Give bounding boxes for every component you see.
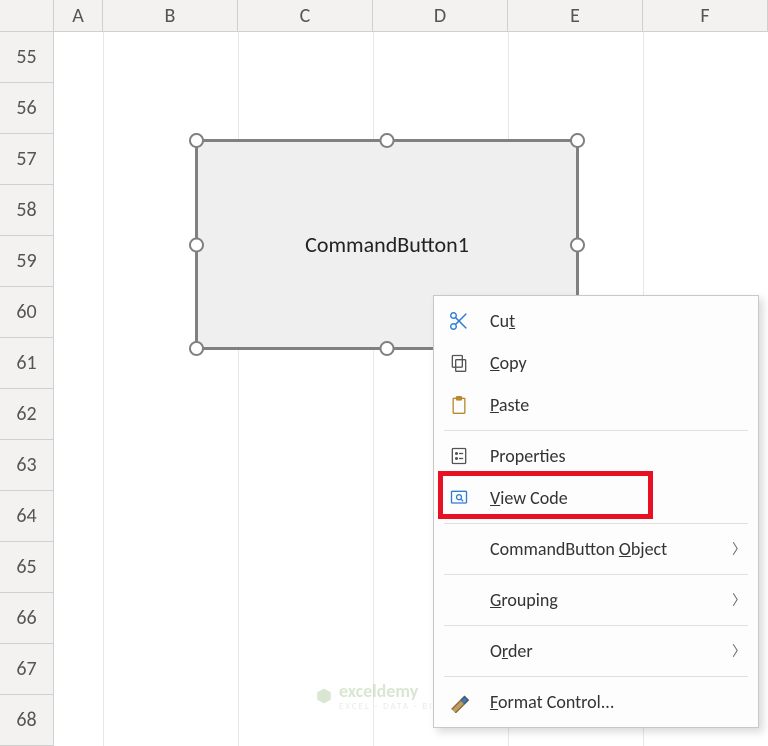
menu-commandbutton-object[interactable]: CommandButton Object 〉 <box>434 528 758 570</box>
resize-handle-bl[interactable] <box>189 341 204 356</box>
menu-properties[interactable]: Properties <box>434 435 758 477</box>
menu-order[interactable]: Order 〉 <box>434 630 758 672</box>
format-control-icon <box>446 689 472 715</box>
watermark: exceldemy EXCEL · DATA · BI <box>315 680 433 711</box>
row-header[interactable]: 65 <box>0 542 54 593</box>
watermark-brand: exceldemy <box>339 680 418 702</box>
row-header[interactable]: 67 <box>0 644 54 695</box>
menu-format-control[interactable]: Format Control... <box>434 681 758 723</box>
row-header[interactable]: 55 <box>0 32 54 83</box>
menu-copy[interactable]: Copy <box>434 342 758 384</box>
copy-icon <box>446 350 472 376</box>
logo-icon <box>315 687 333 705</box>
resize-handle-tm[interactable] <box>380 133 395 148</box>
chevron-right-icon: 〉 <box>732 641 746 661</box>
col-header-C[interactable]: C <box>238 0 373 31</box>
chevron-right-icon: 〉 <box>732 590 746 610</box>
context-menu: Cut Copy Paste Properties View Code Comm… <box>433 295 759 728</box>
row-header[interactable]: 60 <box>0 287 54 338</box>
menu-label: Order <box>490 640 728 662</box>
properties-icon <box>446 443 472 469</box>
row-header[interactable]: 66 <box>0 593 54 644</box>
scissors-icon <box>446 308 472 334</box>
col-header-B[interactable]: B <box>103 0 238 31</box>
menu-label: Paste <box>490 394 746 416</box>
resize-handle-bm[interactable] <box>380 341 395 356</box>
row-header[interactable]: 68 <box>0 695 54 746</box>
resize-handle-ml[interactable] <box>189 237 204 252</box>
chevron-right-icon: 〉 <box>732 539 746 559</box>
col-header-E[interactable]: E <box>508 0 643 31</box>
menu-label: Format Control... <box>490 691 746 713</box>
col-header-F[interactable]: F <box>643 0 768 31</box>
blank-icon <box>446 587 472 613</box>
menu-separator <box>444 523 748 524</box>
row-header[interactable]: 62 <box>0 389 54 440</box>
row-header[interactable]: 64 <box>0 491 54 542</box>
command-button-label: CommandButton1 <box>305 231 469 258</box>
blank-icon <box>446 536 472 562</box>
menu-label: Properties <box>490 445 746 467</box>
row-header[interactable]: 57 <box>0 134 54 185</box>
resize-handle-mr[interactable] <box>570 237 585 252</box>
col-header-A[interactable]: A <box>54 0 103 31</box>
menu-label: Copy <box>490 352 746 374</box>
row-header[interactable]: 58 <box>0 185 54 236</box>
paste-icon <box>446 392 472 418</box>
blank-icon <box>446 638 472 664</box>
menu-separator <box>444 676 748 677</box>
menu-view-code[interactable]: View Code <box>434 477 758 519</box>
menu-grouping[interactable]: Grouping 〉 <box>434 579 758 621</box>
select-all-corner[interactable] <box>0 0 54 31</box>
menu-label: View Code <box>490 487 746 509</box>
col-header-D[interactable]: D <box>373 0 508 31</box>
row-headers: 55 56 57 58 59 60 61 62 63 64 65 66 67 6… <box>0 32 54 746</box>
view-code-icon <box>446 485 472 511</box>
menu-label: CommandButton Object <box>490 538 728 560</box>
watermark-tagline: EXCEL · DATA · BI <box>339 702 433 711</box>
menu-separator <box>444 574 748 575</box>
menu-paste[interactable]: Paste <box>434 384 758 426</box>
resize-handle-tl[interactable] <box>189 133 204 148</box>
resize-handle-tr[interactable] <box>570 133 585 148</box>
menu-separator <box>444 625 748 626</box>
row-header[interactable]: 56 <box>0 83 54 134</box>
row-header[interactable]: 61 <box>0 338 54 389</box>
column-headers: A B C D E F <box>0 0 768 32</box>
row-header[interactable]: 63 <box>0 440 54 491</box>
menu-separator <box>444 430 748 431</box>
menu-label: Cut <box>490 310 746 332</box>
menu-label: Grouping <box>490 589 728 611</box>
row-header[interactable]: 59 <box>0 236 54 287</box>
menu-cut[interactable]: Cut <box>434 300 758 342</box>
